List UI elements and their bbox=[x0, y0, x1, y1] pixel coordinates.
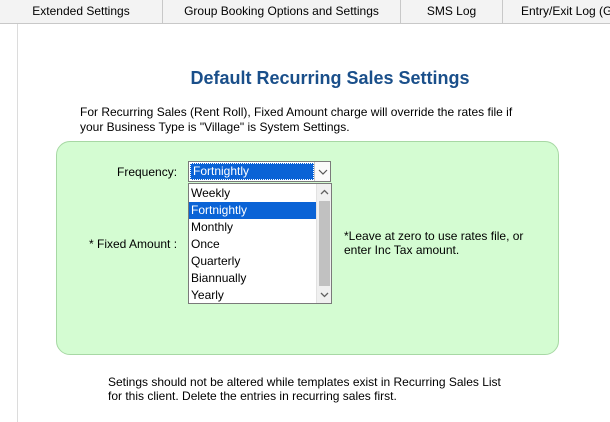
option-yearly[interactable]: Yearly bbox=[189, 287, 316, 304]
tab-bar: Extended Settings Group Booking Options … bbox=[0, 0, 610, 24]
tab-entry-exit-log[interactable]: Entry/Exit Log (G bbox=[503, 0, 610, 23]
option-fortnightly[interactable]: Fortnightly bbox=[189, 202, 316, 219]
footer-line-2: for this client. Delete the entries in r… bbox=[108, 389, 397, 403]
frequency-dropdown-list[interactable]: Weekly Fortnightly Monthly Once Quarterl… bbox=[188, 183, 332, 304]
scroll-thumb[interactable] bbox=[319, 201, 330, 286]
tab-extended-settings[interactable]: Extended Settings bbox=[0, 0, 163, 23]
tab-group-booking-options[interactable]: Group Booking Options and Settings bbox=[163, 0, 401, 23]
option-monthly[interactable]: Monthly bbox=[189, 219, 316, 236]
frequency-selected-value[interactable]: Fortnightly bbox=[190, 163, 314, 180]
option-biannually[interactable]: Biannually bbox=[189, 270, 316, 287]
description-line-1: For Recurring Sales (Rent Roll), Fixed A… bbox=[80, 105, 513, 119]
note-line-1: *Leave at zero to use rates file, or bbox=[344, 229, 524, 243]
dropdown-scrollbar[interactable] bbox=[316, 184, 331, 303]
option-weekly[interactable]: Weekly bbox=[189, 185, 316, 202]
fixed-amount-note: *Leave at zero to use rates file, or ent… bbox=[344, 229, 544, 257]
frequency-label: Frequency: bbox=[117, 165, 178, 179]
chevron-down-icon[interactable] bbox=[314, 162, 330, 181]
note-line-2: enter Inc Tax amount. bbox=[344, 243, 460, 257]
fixed-amount-label: * Fixed Amount : bbox=[89, 237, 178, 251]
scroll-up-arrow-icon[interactable] bbox=[317, 185, 332, 200]
footer-line-1: Setings should not be altered while temp… bbox=[108, 375, 501, 389]
footer-warning: Setings should not be altered while temp… bbox=[108, 375, 538, 403]
tab-sms-log[interactable]: SMS Log bbox=[401, 0, 503, 23]
option-once[interactable]: Once bbox=[189, 236, 316, 253]
page-description: For Recurring Sales (Rent Roll), Fixed A… bbox=[80, 105, 550, 135]
page-title: Default Recurring Sales Settings bbox=[190, 68, 470, 88]
frequency-select[interactable]: Fortnightly bbox=[188, 161, 331, 182]
scroll-down-arrow-icon[interactable] bbox=[317, 287, 332, 302]
description-line-2: your Business Type is "Village" is Syste… bbox=[80, 120, 350, 134]
option-quarterly[interactable]: Quarterly bbox=[189, 253, 316, 270]
